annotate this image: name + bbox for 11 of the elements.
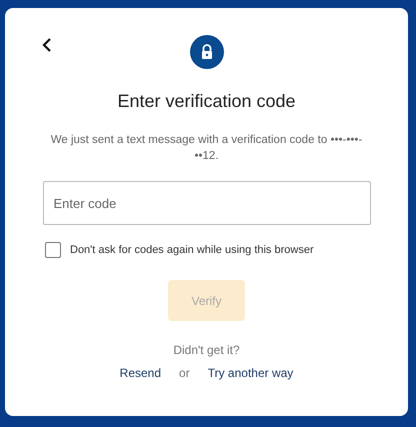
remember-checkbox[interactable] bbox=[45, 242, 61, 258]
separator-text: or bbox=[179, 366, 190, 380]
message-text: We just sent a text message with a verification code to •••-•••-••12. bbox=[50, 133, 364, 164]
lock-icon bbox=[190, 35, 224, 69]
remember-label: Don't ask for codes again while using this browser bbox=[70, 244, 314, 256]
dialog-title: Enter verification code bbox=[117, 91, 296, 112]
back-button[interactable] bbox=[42, 38, 52, 52]
code-input-field[interactable]: Enter code bbox=[42, 181, 370, 225]
link[interactable]: Resend bbox=[120, 366, 162, 380]
link[interactable]: Try another way bbox=[208, 366, 294, 380]
help-text: Didn't get it? bbox=[173, 343, 240, 357]
